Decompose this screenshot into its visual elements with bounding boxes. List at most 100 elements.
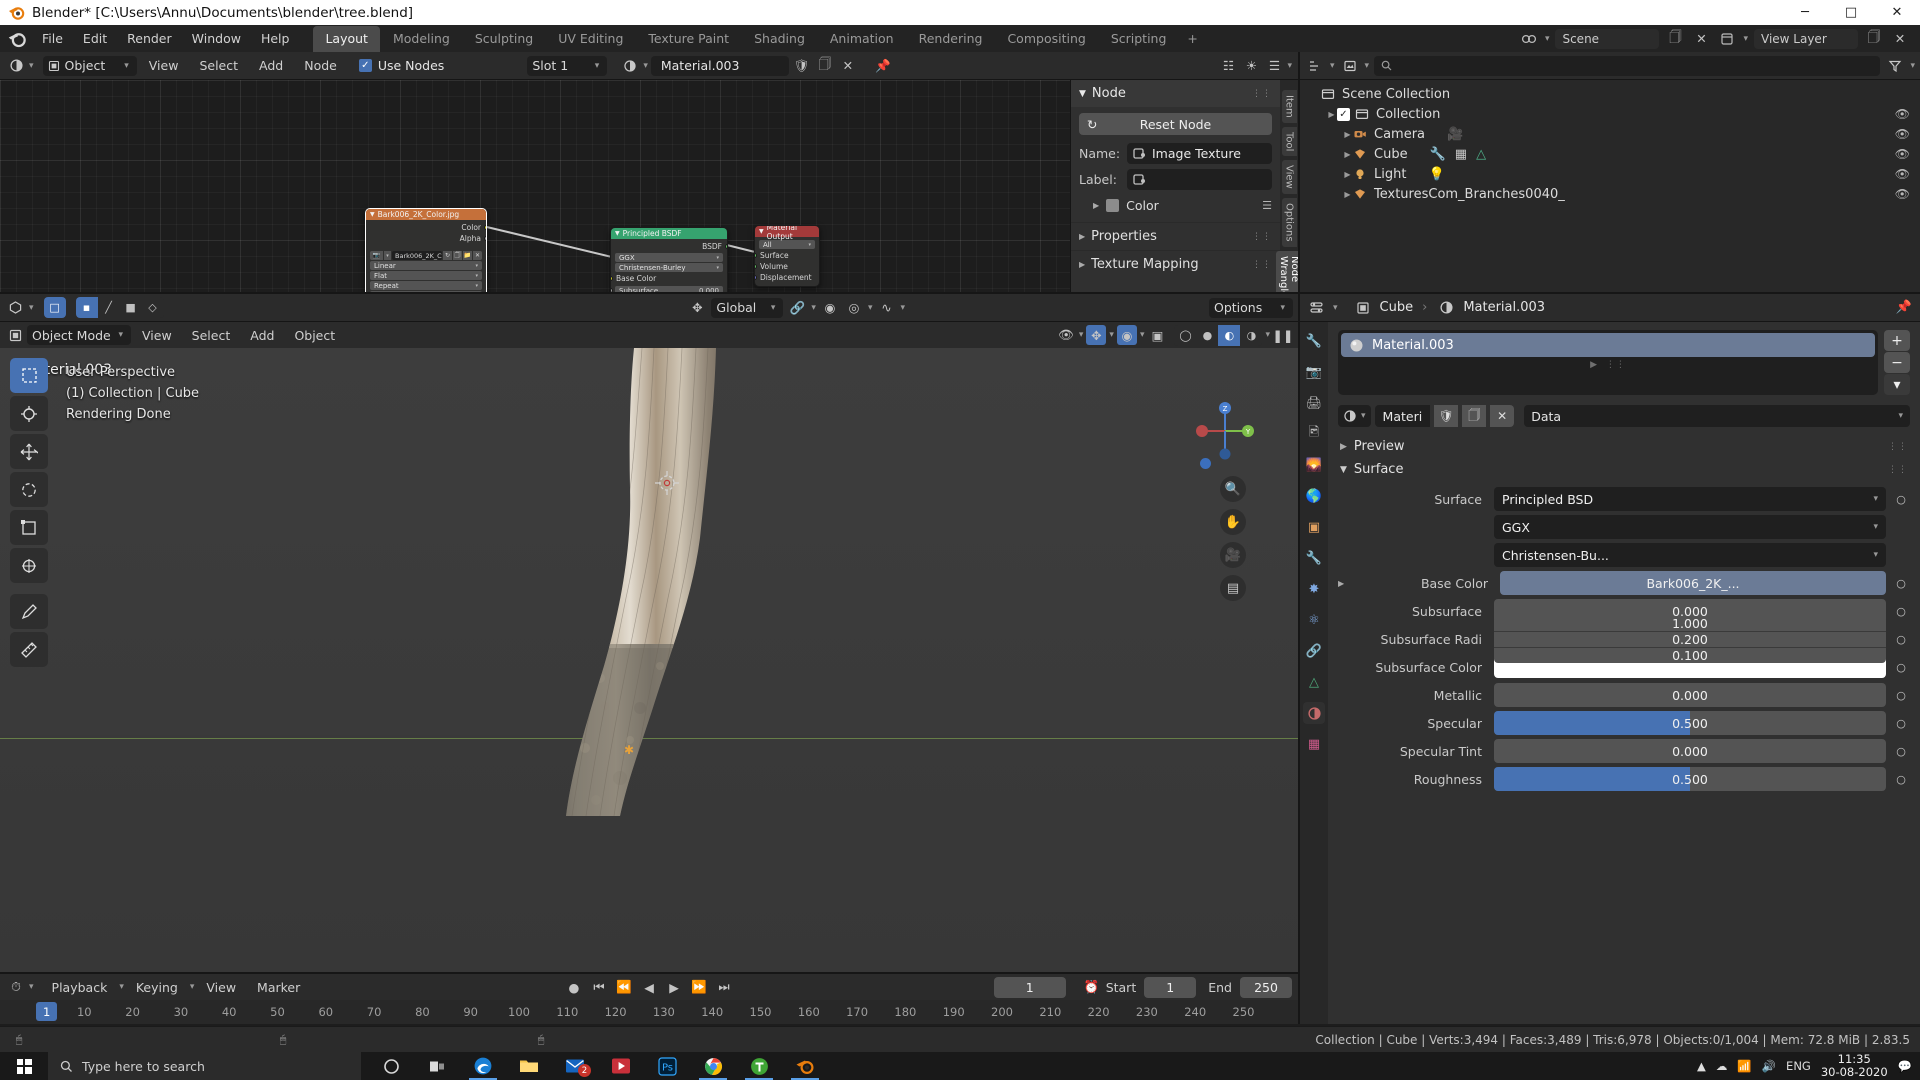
socket-surface[interactable] bbox=[755, 253, 757, 258]
node-input-subsurface[interactable]: Subsurface 0.000 bbox=[611, 285, 727, 292]
socket-displacement[interactable] bbox=[755, 275, 757, 280]
fake-user-shield-icon[interactable]: 🛡 bbox=[1434, 405, 1459, 427]
fake-user-icon[interactable]: 🛡 bbox=[792, 56, 812, 76]
npanel-section-properties[interactable]: ▶ Properties ⋮⋮ bbox=[1071, 222, 1280, 250]
socket-base-color[interactable] bbox=[611, 276, 613, 281]
scene-chevron-icon[interactable]: ▾ bbox=[1545, 34, 1550, 44]
socket-volume[interactable] bbox=[755, 264, 757, 269]
property-animate-dot-icon[interactable]: ○ bbox=[1892, 656, 1910, 678]
tab-material[interactable] bbox=[1303, 702, 1325, 724]
new-material-copy-icon[interactable]: 🗍 bbox=[1462, 405, 1487, 427]
duplicate-material-icon[interactable]: 🗍 bbox=[815, 56, 835, 76]
viewport-options-button[interactable]: Options ▾ bbox=[1209, 297, 1293, 318]
outliner-filter-icon[interactable] bbox=[1885, 56, 1905, 76]
network-icon[interactable]: 📶 bbox=[1737, 1059, 1751, 1073]
node-input-volume[interactable]: Volume bbox=[755, 261, 819, 272]
section-expand-triangle-icon[interactable]: ▶ bbox=[1079, 232, 1085, 241]
gizmo-toggle-icon[interactable]: ✥ bbox=[1086, 325, 1107, 345]
snap-magnet-icon[interactable]: 🔗 bbox=[787, 298, 807, 318]
photoshop-icon[interactable]: Ps bbox=[645, 1052, 689, 1080]
utorrent-icon[interactable] bbox=[737, 1052, 781, 1080]
property-dropdown[interactable]: GGX ▾ bbox=[1494, 515, 1886, 539]
tool-cursor[interactable] bbox=[10, 396, 48, 431]
property-value[interactable]: 0.000 bbox=[1494, 683, 1886, 707]
outliner-row[interactable]: ▶ TexturesCom_Branches0040_ 👁 bbox=[1300, 184, 1920, 204]
socket-bsdf[interactable] bbox=[725, 244, 727, 249]
tool-scale[interactable] bbox=[10, 510, 48, 545]
node-material-output[interactable]: ▼ Material Output All ▾ Surface Volume D… bbox=[754, 225, 820, 287]
select-box-tool[interactable]: □ bbox=[43, 297, 66, 318]
outliner-visibility-eye-icon[interactable]: 👁 bbox=[1895, 167, 1910, 181]
overlays-icon[interactable]: ☀ bbox=[1241, 56, 1261, 76]
workspace-tab-layout[interactable]: Layout bbox=[313, 25, 380, 52]
outliner-filter-chevron-icon[interactable]: ▾ bbox=[1910, 61, 1915, 71]
expand-triangle-icon[interactable]: ▶ bbox=[1338, 579, 1352, 588]
material-slot-item[interactable]: Material.003 bbox=[1341, 333, 1875, 357]
snap-icon[interactable]: ☷ bbox=[1218, 56, 1238, 76]
node-menu-select[interactable]: Select bbox=[190, 55, 247, 76]
pan-nav-icon[interactable]: ✋ bbox=[1220, 509, 1246, 535]
node-options-chevron-icon[interactable]: ▾ bbox=[1287, 61, 1292, 71]
node-distribution-dropdown[interactable]: GGX ▾ bbox=[615, 253, 723, 262]
node-interpolation-dropdown[interactable]: Linear ▾ bbox=[370, 261, 482, 270]
workspace-tab-rendering[interactable]: Rendering bbox=[907, 26, 995, 52]
node-output-alpha[interactable]: Alpha bbox=[366, 233, 486, 244]
toggle-ortho-icon[interactable]: ▤ bbox=[1220, 575, 1246, 601]
material-slot-menu-button[interactable]: ▾ bbox=[1884, 374, 1910, 395]
section-expand-triangle-icon[interactable]: ▼ bbox=[1079, 89, 1086, 99]
timeline-menu-marker[interactable]: Marker bbox=[248, 977, 309, 998]
outliner-visibility-eye-icon[interactable]: 👁 bbox=[1895, 107, 1910, 121]
menu-file[interactable]: File bbox=[32, 27, 73, 50]
property-linked-value[interactable]: Bark006_2K_... bbox=[1500, 571, 1886, 595]
object-mode-selector[interactable]: Object Mode ▾ bbox=[27, 325, 131, 345]
viewlayer-selector[interactable]: View Layer bbox=[1754, 28, 1858, 49]
npanel-section-texture-mapping[interactable]: ▶ Texture Mapping ⋮⋮ bbox=[1071, 250, 1280, 278]
shading-material-preview[interactable]: ◐ bbox=[1218, 324, 1241, 346]
node-image-name[interactable]: Bark006_2K_Col.. bbox=[392, 251, 442, 260]
section-collapse-triangle-icon[interactable]: ▼ bbox=[1340, 465, 1347, 475]
tool-measure[interactable] bbox=[10, 632, 48, 667]
zoom-nav-icon[interactable]: 🔍 bbox=[1220, 476, 1246, 502]
node-principled-bsdf[interactable]: ▼ Principled BSDF BSDF GGX ▾ Christensen… bbox=[610, 227, 728, 292]
visibility-eye-icon[interactable]: 👁 bbox=[1056, 325, 1076, 345]
face-select-mode[interactable]: ■ bbox=[119, 297, 142, 318]
node-color-swatch[interactable] bbox=[1106, 199, 1120, 212]
node-projection-dropdown[interactable]: Flat ▾ bbox=[370, 271, 482, 280]
shading-chevron-icon[interactable]: ▾ bbox=[1265, 330, 1270, 340]
timeline-menu-keying[interactable]: Keying bbox=[127, 977, 187, 998]
node-image-copy-icon[interactable]: 🗍 bbox=[453, 251, 462, 260]
npanel-tab-node-wrangler[interactable]: Node Wrangler bbox=[1276, 250, 1298, 292]
close-button[interactable]: ✕ bbox=[1874, 0, 1920, 25]
navigation-gizmo[interactable]: Z Y X bbox=[1194, 400, 1256, 462]
visibility-chevron-icon[interactable]: ▾ bbox=[1079, 330, 1084, 340]
node-extension-dropdown[interactable]: Repeat ▾ bbox=[370, 281, 482, 290]
add-material-slot-button[interactable]: + bbox=[1884, 330, 1910, 351]
outliner-row[interactable]: Scene Collection bbox=[1300, 84, 1920, 104]
color-presets-icon[interactable]: ☰ bbox=[1262, 199, 1272, 212]
property-animate-dot-icon[interactable]: ○ bbox=[1892, 628, 1910, 650]
shading-wireframe[interactable]: ◯ bbox=[1174, 324, 1197, 346]
workspace-tab-uv-editing[interactable]: UV Editing bbox=[546, 26, 635, 52]
media-app-icon[interactable] bbox=[599, 1052, 643, 1080]
editor-type-chevron-icon[interactable]: ▾ bbox=[29, 61, 34, 71]
chrome-icon[interactable] bbox=[691, 1052, 735, 1080]
tool-rotate[interactable] bbox=[10, 472, 48, 507]
falloff-chevron-icon[interactable]: ▾ bbox=[900, 303, 905, 313]
camera-data-icon[interactable]: 🎥 bbox=[1447, 127, 1463, 142]
npanel-tab-tool[interactable]: Tool bbox=[1281, 126, 1297, 157]
transform-orientation-selector[interactable]: Global ▾ bbox=[711, 297, 784, 318]
outliner-expand-triangle-icon[interactable]: ▶ bbox=[1342, 190, 1353, 199]
viewport-editor-chevron-icon[interactable]: ▾ bbox=[29, 303, 34, 313]
timeline-editor-chevron-icon[interactable]: ▾ bbox=[29, 982, 34, 992]
outliner-expand-triangle-icon[interactable]: ▶ bbox=[1342, 130, 1353, 139]
node-sss-method-dropdown[interactable]: Christensen-Burley ▾ bbox=[615, 263, 723, 272]
scene-selector[interactable]: Scene bbox=[1555, 28, 1660, 49]
start-button[interactable] bbox=[0, 1052, 48, 1080]
properties-breadcrumb-object[interactable]: Cube bbox=[1380, 300, 1414, 315]
new-viewlayer-icon[interactable]: 🗍 bbox=[1864, 29, 1884, 49]
tab-scene[interactable]: 🌄 bbox=[1303, 454, 1325, 476]
viewport-menu-object[interactable]: Object bbox=[285, 325, 344, 346]
outliner-editor-type-icon[interactable] bbox=[1305, 56, 1325, 76]
property-animate-dot-icon[interactable]: ○ bbox=[1892, 600, 1910, 622]
tab-data[interactable]: △ bbox=[1303, 671, 1325, 693]
